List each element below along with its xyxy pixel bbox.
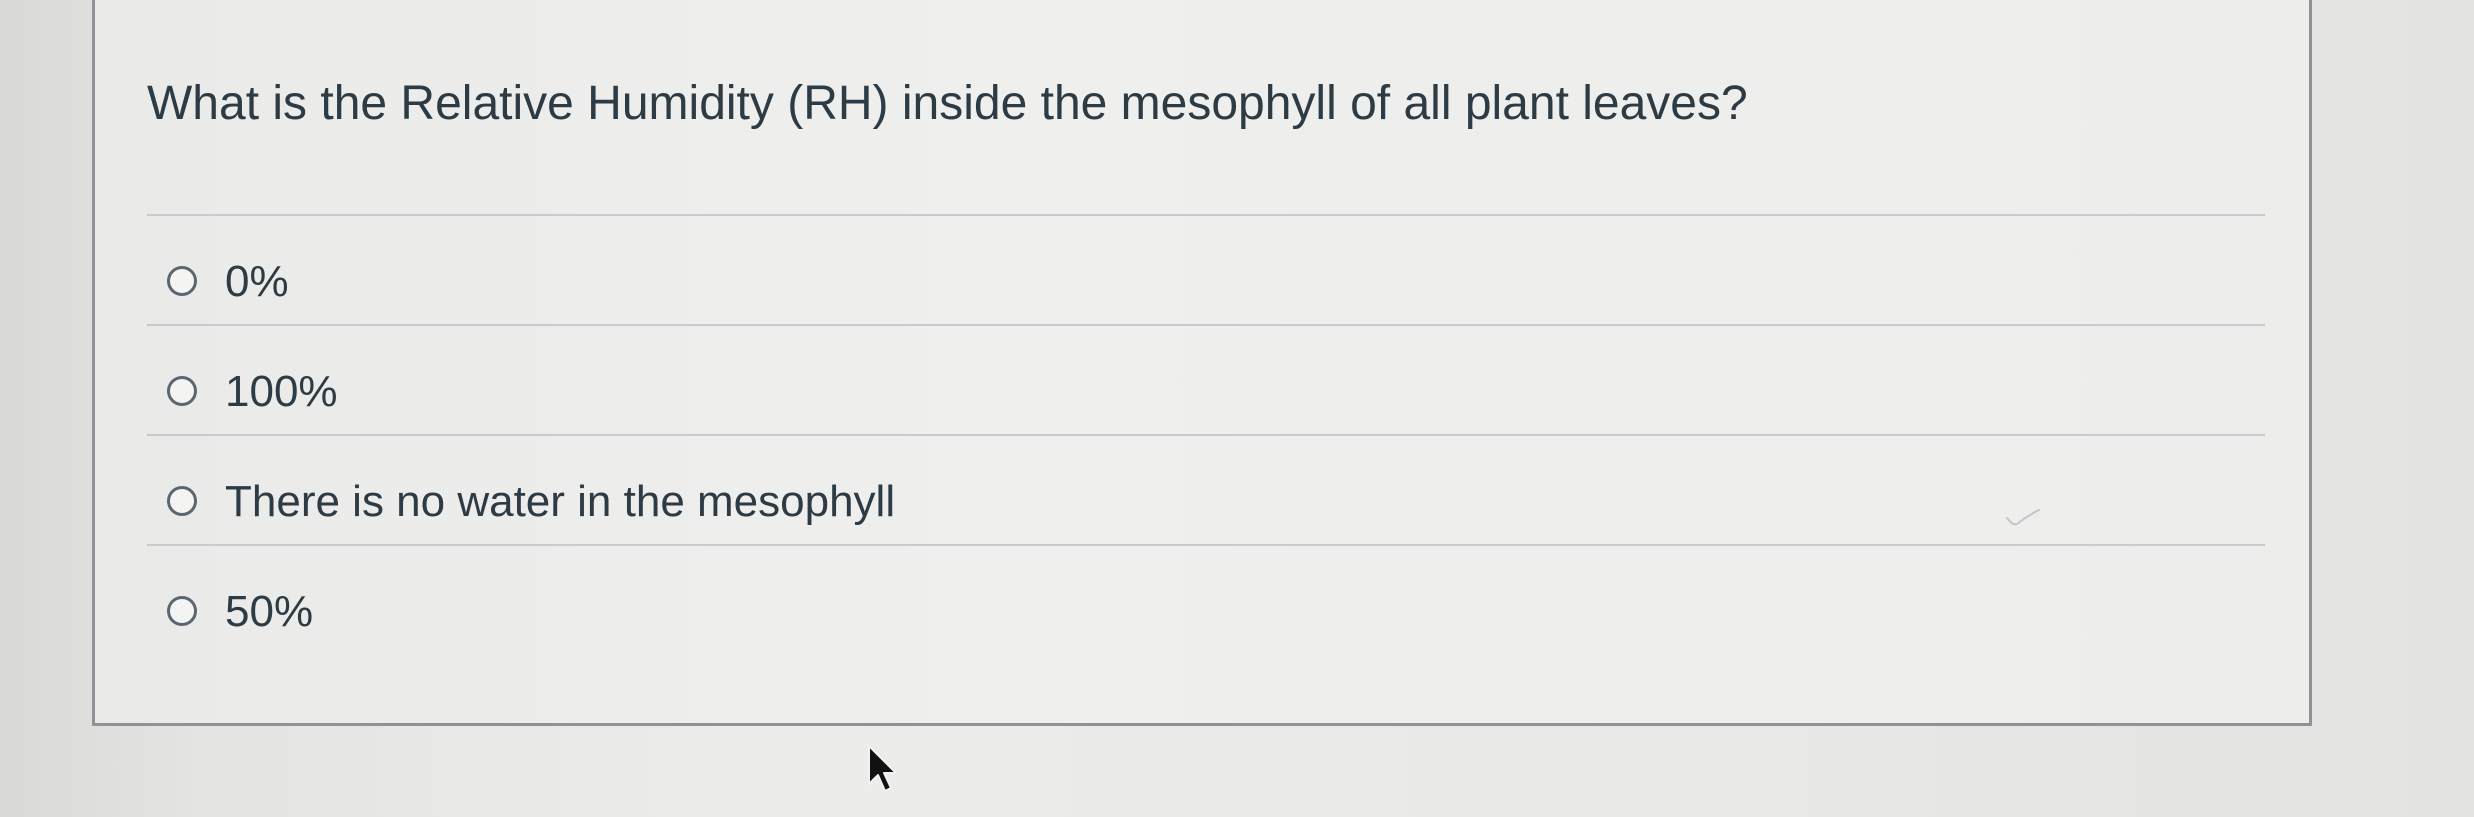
answer-label-2[interactable]: There is no water in the mesophyll (225, 476, 895, 528)
answer-option-2[interactable]: There is no water in the mesophyll (147, 436, 2265, 546)
answer-list: 0% 100% There is no water in the mesophy… (147, 216, 2265, 656)
answer-radio-3[interactable] (167, 596, 197, 626)
pencil-checkmark-icon (2006, 509, 2040, 526)
answer-label-3[interactable]: 50% (225, 586, 313, 638)
answer-option-0[interactable]: 0% (147, 216, 2265, 326)
answer-radio-2[interactable] (167, 486, 197, 516)
answer-radio-1[interactable] (167, 376, 197, 406)
answer-label-0[interactable]: 0% (225, 256, 289, 308)
answer-label-1[interactable]: 100% (225, 366, 338, 418)
answer-radio-0[interactable] (167, 266, 197, 296)
answer-option-1[interactable]: 100% (147, 326, 2265, 436)
arrow-cursor-icon (868, 745, 897, 792)
answer-option-3[interactable]: 50% (147, 546, 2265, 656)
quiz-question-card: What is the Relative Humidity (RH) insid… (92, 0, 2312, 726)
question-text: What is the Relative Humidity (RH) insid… (147, 77, 1748, 130)
